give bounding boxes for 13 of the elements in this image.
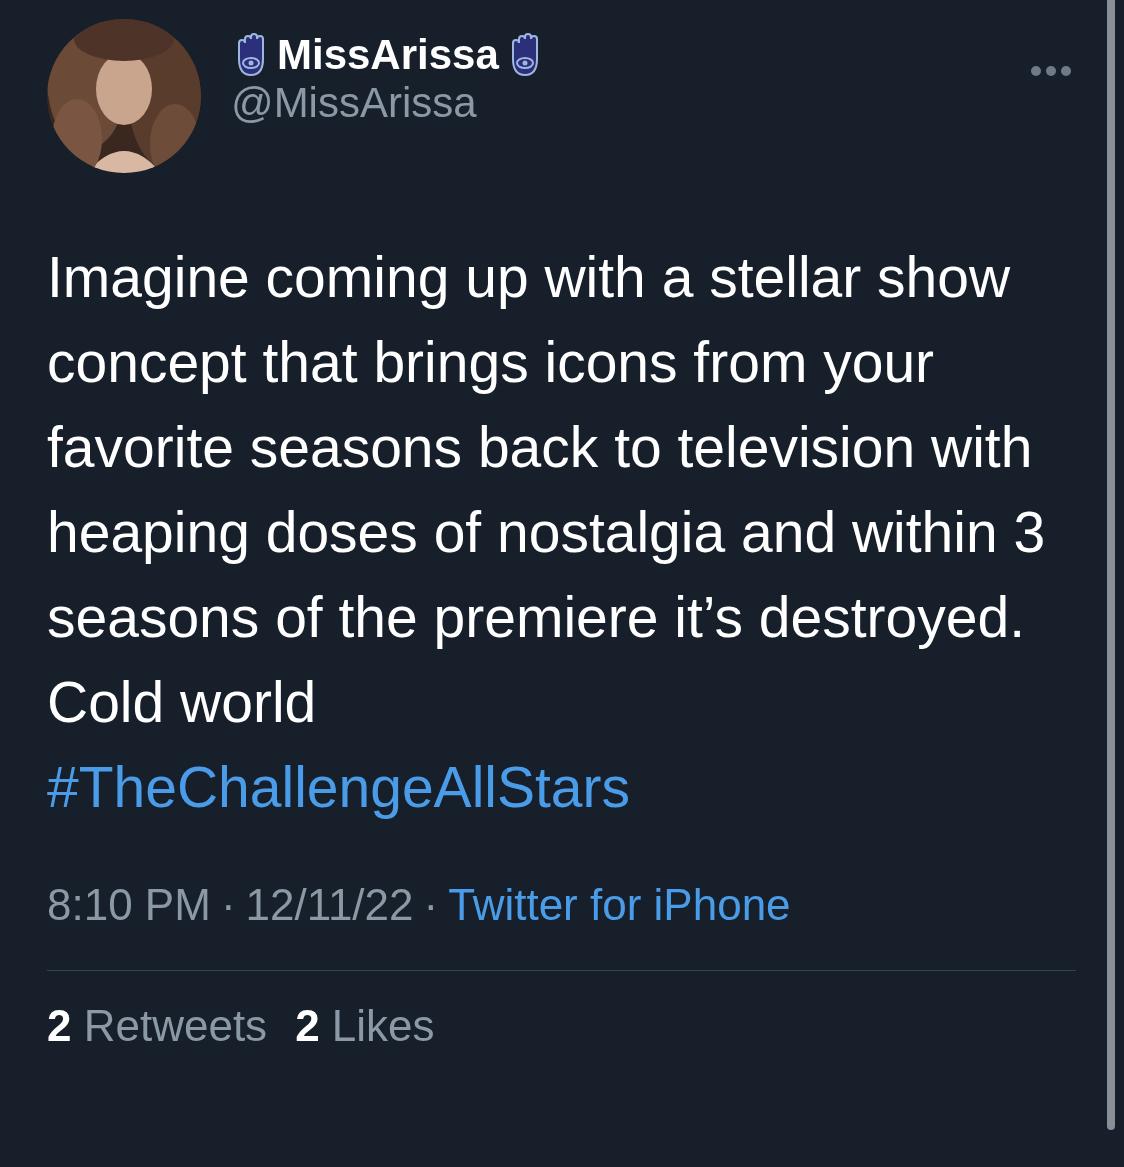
source-link[interactable]: Twitter for iPhone: [448, 880, 791, 930]
more-icon[interactable]: [1030, 65, 1072, 77]
scrollbar[interactable]: [1107, 0, 1115, 1130]
tweet-time: 8:10 PM: [47, 880, 211, 930]
user-handle[interactable]: @MissArissa: [231, 79, 545, 127]
tweet-text: Imagine coming up with a stellar show concept that brings icons from your favorite seasons back to television with heaping doses of nostalgia and within 3 seasons of the premiere it’s destroyed. Cold world: [47, 244, 1047, 736]
display-name[interactable]: MissArissa: [277, 31, 499, 79]
tweet-date: 12/11/22: [245, 880, 414, 930]
separator-dot: ·: [423, 880, 439, 930]
hashtag-link[interactable]: #TheChallengeAllStars: [47, 745, 630, 830]
separator-dot: ·: [220, 880, 236, 930]
stat-link[interactable]: 2 Likes: [295, 1001, 435, 1051]
stat-link[interactable]: 2 Retweets: [47, 1001, 268, 1051]
